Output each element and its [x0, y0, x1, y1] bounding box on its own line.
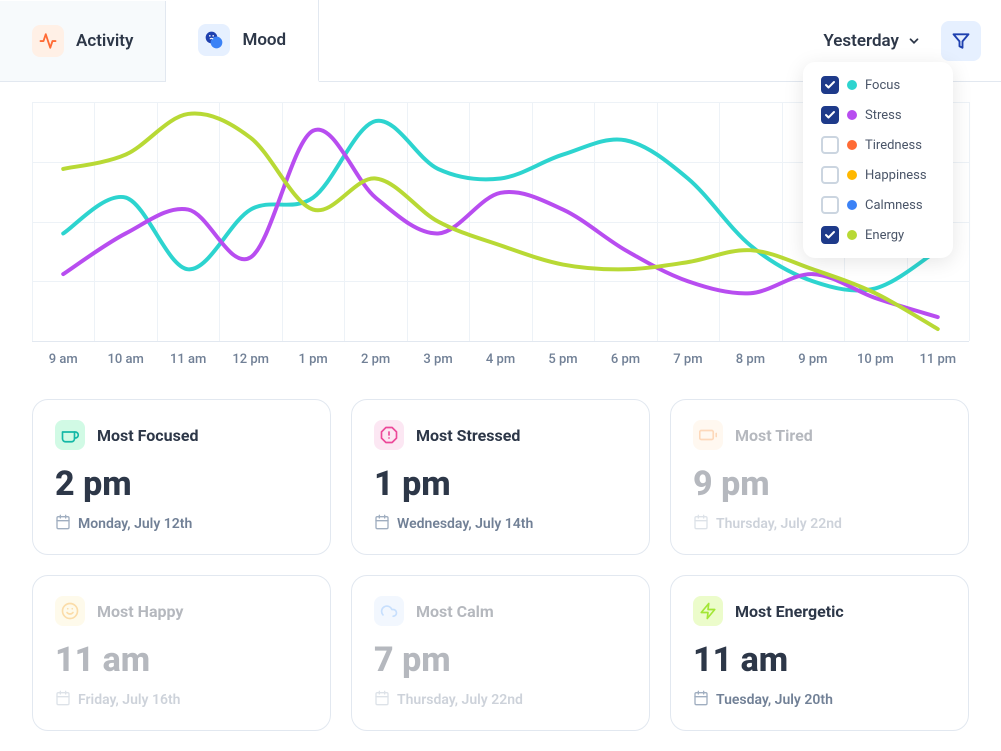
card-title: Most Focused [97, 426, 198, 445]
x-axis-label: 2 pm [344, 352, 406, 367]
x-axis-label: 1 pm [282, 352, 344, 367]
legend-checkbox[interactable] [821, 106, 839, 124]
card-time: 2 pm [55, 464, 308, 504]
x-axis-label: 3 pm [407, 352, 469, 367]
legend-checkbox[interactable] [821, 76, 839, 94]
calendar-icon [55, 514, 71, 534]
x-axis-label: 11 pm [907, 352, 969, 367]
smile-icon [55, 596, 85, 626]
x-axis-label: 4 pm [469, 352, 531, 367]
x-axis-label: 10 pm [844, 352, 906, 367]
x-axis-label: 11 am [157, 352, 219, 367]
tab-activity[interactable]: Activity [0, 1, 166, 81]
card-date: Thursday, July 22nd [397, 692, 523, 708]
calendar-icon [693, 690, 709, 710]
calendar-icon [374, 690, 390, 710]
card-time: 11 am [55, 640, 308, 680]
date-selector-label: Yesterday [823, 31, 899, 51]
coffee-icon [55, 420, 85, 450]
calendar-icon [55, 690, 71, 710]
legend-checkbox[interactable] [821, 196, 839, 214]
card-title: Most Tired [735, 426, 813, 445]
legend-checkbox[interactable] [821, 136, 839, 154]
legend-checkbox[interactable] [821, 226, 839, 244]
date-selector[interactable]: Yesterday [803, 31, 941, 51]
legend-dot [847, 170, 857, 180]
calendar-icon [374, 514, 390, 534]
battery-icon [693, 420, 723, 450]
tab-mood[interactable]: Mood [166, 0, 319, 82]
alert-icon [374, 420, 404, 450]
legend-dot [847, 230, 857, 240]
activity-icon [32, 25, 64, 57]
card-title: Most Happy [97, 602, 183, 621]
calendar-icon [693, 514, 709, 534]
card-time: 1 pm [374, 464, 627, 504]
x-axis-label: 9 pm [782, 352, 844, 367]
tab-mood-label: Mood [242, 30, 286, 50]
legend-item-happiness[interactable]: Happiness [821, 166, 935, 184]
card-date: Wednesday, July 14th [397, 516, 533, 532]
x-axis-label: 10 am [94, 352, 156, 367]
legend-label: Focus [865, 78, 900, 93]
card-date: Thursday, July 22nd [716, 516, 842, 532]
x-axis-label: 12 pm [219, 352, 281, 367]
card-time: 7 pm [374, 640, 627, 680]
legend-dot [847, 200, 857, 210]
summary-card[interactable]: Most Tired 9 pm Thursday, July 22nd [670, 399, 969, 555]
legend-item-energy[interactable]: Energy [821, 226, 935, 244]
legend-label: Stress [865, 108, 902, 123]
legend-dot [847, 140, 857, 150]
summary-card[interactable]: Most Energetic 11 am Tuesday, July 20th [670, 575, 969, 731]
legend-item-tiredness[interactable]: Tiredness [821, 136, 935, 154]
summary-card[interactable]: Most Stressed 1 pm Wednesday, July 14th [351, 399, 650, 555]
x-axis-label: 8 pm [719, 352, 781, 367]
legend-dot [847, 110, 857, 120]
x-axis-label: 6 pm [594, 352, 656, 367]
card-title: Most Stressed [416, 426, 520, 445]
card-time: 11 am [693, 640, 946, 680]
filter-icon [952, 32, 970, 50]
tab-activity-label: Activity [76, 31, 133, 51]
summary-card[interactable]: Most Happy 11 am Friday, July 16th [32, 575, 331, 731]
legend-checkbox[interactable] [821, 166, 839, 184]
legend-item-calmness[interactable]: Calmness [821, 196, 935, 214]
cloud-icon [374, 596, 404, 626]
card-time: 9 pm [693, 464, 946, 504]
card-title: Most Energetic [735, 602, 844, 621]
x-axis: 9 am10 am11 am12 pm1 pm2 pm3 pm4 pm5 pm6… [32, 342, 969, 377]
mood-icon [198, 24, 230, 56]
legend-label: Tiredness [865, 138, 922, 153]
card-date: Friday, July 16th [78, 692, 180, 708]
legend-dot [847, 80, 857, 90]
x-axis-label: 9 am [32, 352, 94, 367]
legend-item-focus[interactable]: Focus [821, 76, 935, 94]
legend-item-stress[interactable]: Stress [821, 106, 935, 124]
x-axis-label: 7 pm [657, 352, 719, 367]
summary-card[interactable]: Most Focused 2 pm Monday, July 12th [32, 399, 331, 555]
card-date: Monday, July 12th [78, 516, 192, 532]
card-date: Tuesday, July 20th [716, 692, 833, 708]
filter-button[interactable] [941, 21, 981, 61]
summary-card[interactable]: Most Calm 7 pm Thursday, July 22nd [351, 575, 650, 731]
legend-label: Happiness [865, 168, 927, 183]
summary-cards: Most Focused 2 pm Monday, July 12th Most St… [0, 387, 1001, 751]
chevron-down-icon [907, 34, 921, 48]
bolt-icon [693, 596, 723, 626]
card-title: Most Calm [416, 602, 494, 621]
legend-label: Energy [865, 228, 904, 243]
legend-panel: Focus Stress Tiredness Happiness Calmness Ene… [803, 62, 953, 258]
legend-label: Calmness [865, 198, 923, 213]
x-axis-label: 5 pm [532, 352, 594, 367]
